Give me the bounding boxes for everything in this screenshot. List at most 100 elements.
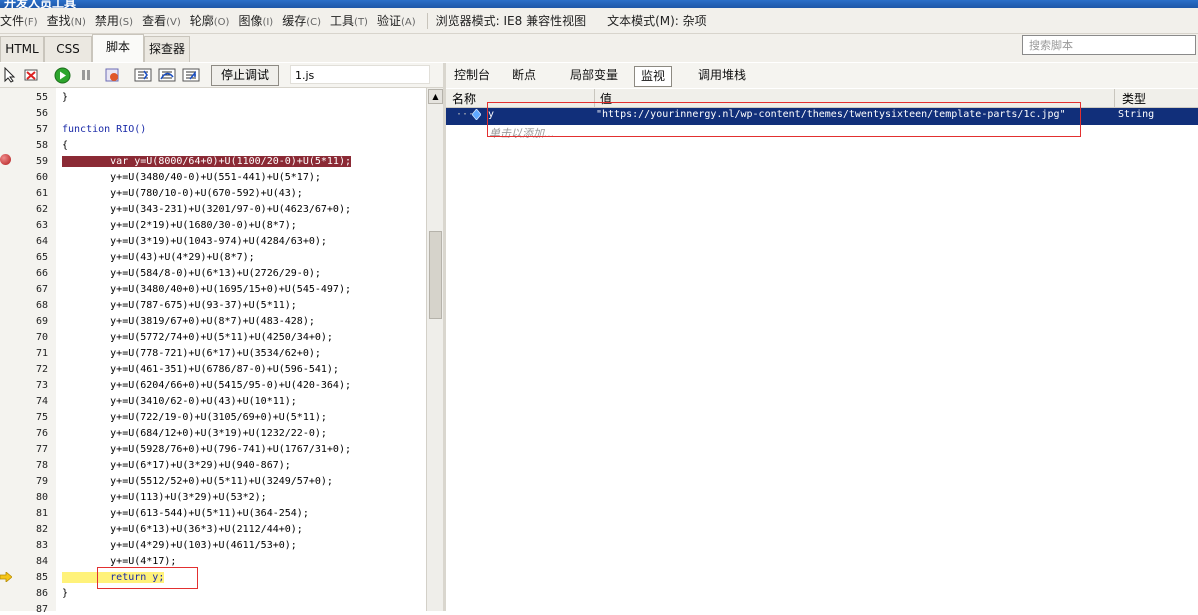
code-line[interactable]: function RIO() bbox=[62, 124, 146, 135]
code-line[interactable]: y+=U(5512/52+0)+U(5*11)+U(3249/57+0); bbox=[62, 476, 333, 487]
continue-icon[interactable] bbox=[53, 66, 71, 84]
code-line[interactable]: y+=U(5772/74+0)+U(5*11)+U(4250/34+0); bbox=[62, 332, 333, 343]
tab-breakpoints[interactable]: 断点 bbox=[506, 66, 542, 85]
tab-html[interactable]: HTML bbox=[0, 36, 44, 62]
code-line[interactable]: y+=U(4*17); bbox=[62, 556, 176, 567]
line-number[interactable]: 62 bbox=[18, 204, 48, 215]
select-cursor-icon[interactable] bbox=[1, 66, 19, 84]
pane-splitter[interactable] bbox=[443, 63, 446, 611]
stop-debugging-button[interactable]: 停止调试 bbox=[211, 65, 279, 86]
line-number[interactable]: 60 bbox=[18, 172, 48, 183]
line-number[interactable]: 78 bbox=[18, 460, 48, 471]
scroll-up-icon[interactable]: ▲ bbox=[428, 89, 443, 104]
code-line[interactable]: { bbox=[62, 140, 68, 151]
line-number[interactable]: 67 bbox=[18, 284, 48, 295]
line-number[interactable]: 74 bbox=[18, 396, 48, 407]
code-line[interactable]: y+=U(113)+U(3*29)+U(53*2); bbox=[62, 492, 267, 503]
code-line[interactable]: y+=U(3480/40-0)+U(551-441)+U(5*17); bbox=[62, 172, 321, 183]
line-number[interactable]: 75 bbox=[18, 412, 48, 423]
line-number[interactable]: 69 bbox=[18, 316, 48, 327]
line-number[interactable]: 70 bbox=[18, 332, 48, 343]
line-number[interactable]: 58 bbox=[18, 140, 48, 151]
code-line[interactable]: y+=U(780/10-0)+U(670-592)+U(43); bbox=[62, 188, 303, 199]
code-line[interactable]: y+=U(461-351)+U(6786/87-0)+U(596-541); bbox=[62, 364, 339, 375]
line-number[interactable]: 61 bbox=[18, 188, 48, 199]
code-line[interactable]: y+=U(787-675)+U(93-37)+U(5*11); bbox=[62, 300, 297, 311]
code-line[interactable]: y+=U(6*17)+U(3*29)+U(940-867); bbox=[62, 460, 291, 471]
code-scrollbar[interactable]: ▲ bbox=[426, 88, 443, 611]
line-number[interactable]: 84 bbox=[18, 556, 48, 567]
code-line[interactable]: y+=U(3*19)+U(1043-974)+U(4284/63+0); bbox=[62, 236, 327, 247]
code-line[interactable]: y+=U(5928/76+0)+U(796-741)+U(1767/31+0); bbox=[62, 444, 351, 455]
browser-mode-menu[interactable]: 浏览器模式: IE8 兼容性视图 bbox=[436, 12, 591, 29]
code-line[interactable]: y+=U(613-544)+U(5*11)+U(364-254); bbox=[62, 508, 309, 519]
tab-watch[interactable]: 监视 bbox=[634, 66, 673, 87]
code-line[interactable]: y+=U(3480/40+0)+U(1695/15+0)+U(545-497); bbox=[62, 284, 351, 295]
code-line[interactable]: var y=U(8000/64+0)+U(1100/20-0)+U(5*11); bbox=[62, 156, 351, 167]
line-number[interactable]: 80 bbox=[18, 492, 48, 503]
line-number[interactable]: 57 bbox=[18, 124, 48, 135]
line-number[interactable]: 55 bbox=[18, 92, 48, 103]
column-type[interactable]: 类型 bbox=[1122, 90, 1146, 107]
step-into-icon[interactable] bbox=[134, 66, 152, 84]
break-on-error-icon[interactable] bbox=[103, 66, 121, 84]
step-out-icon[interactable] bbox=[182, 66, 200, 84]
code-line[interactable]: y+=U(684/12+0)+U(3*19)+U(1232/22-0); bbox=[62, 428, 327, 439]
line-number[interactable]: 68 bbox=[18, 300, 48, 311]
line-number[interactable]: 83 bbox=[18, 540, 48, 551]
step-over-icon[interactable] bbox=[158, 66, 176, 84]
clear-breakpoints-icon[interactable] bbox=[22, 66, 40, 84]
menu-validate[interactable]: 验证(A) bbox=[377, 12, 421, 29]
menu-disable[interactable]: 禁用(S) bbox=[95, 12, 138, 29]
line-number[interactable]: 56 bbox=[18, 108, 48, 119]
line-number[interactable]: 87 bbox=[18, 604, 48, 615]
code-line[interactable]: } bbox=[62, 588, 68, 599]
line-number[interactable]: 64 bbox=[18, 236, 48, 247]
line-number[interactable]: 65 bbox=[18, 252, 48, 263]
code-line[interactable]: y+=U(584/8-0)+U(6*13)+U(2726/29-0); bbox=[62, 268, 321, 279]
tab-css[interactable]: CSS bbox=[44, 36, 92, 62]
line-number[interactable]: 72 bbox=[18, 364, 48, 375]
code-line[interactable]: y+=U(6*13)+U(36*3)+U(2112/44+0); bbox=[62, 524, 303, 535]
line-number[interactable]: 73 bbox=[18, 380, 48, 391]
line-number[interactable]: 77 bbox=[18, 444, 48, 455]
menu-outline[interactable]: 轮廓(O) bbox=[190, 12, 235, 29]
tab-locals[interactable]: 局部变量 bbox=[564, 66, 624, 85]
code-line[interactable]: y+=U(4*29)+U(103)+U(4611/53+0); bbox=[62, 540, 297, 551]
code-line[interactable]: y+=U(722/19-0)+U(3105/69+0)+U(5*11); bbox=[62, 412, 327, 423]
menu-find[interactable]: 查找(N) bbox=[47, 12, 91, 29]
column-divider[interactable] bbox=[1114, 89, 1115, 107]
line-number[interactable]: 63 bbox=[18, 220, 48, 231]
line-number[interactable]: 82 bbox=[18, 524, 48, 535]
menu-file[interactable]: 文件(F) bbox=[0, 12, 43, 29]
menu-view[interactable]: 查看(V) bbox=[142, 12, 186, 29]
column-name[interactable]: 名称 bbox=[452, 90, 476, 107]
line-number[interactable]: 59 bbox=[18, 156, 48, 167]
line-number[interactable]: 86 bbox=[18, 588, 48, 599]
code-line[interactable]: y+=U(3410/62-0)+U(43)+U(10*11); bbox=[62, 396, 297, 407]
line-number[interactable]: 79 bbox=[18, 476, 48, 487]
line-number[interactable]: 81 bbox=[18, 508, 48, 519]
pause-icon[interactable] bbox=[77, 66, 95, 84]
tab-console[interactable]: 控制台 bbox=[448, 66, 496, 85]
menu-images[interactable]: 图像(I) bbox=[238, 12, 278, 29]
line-number[interactable]: 66 bbox=[18, 268, 48, 279]
line-number[interactable]: 85 bbox=[18, 572, 48, 583]
code-line[interactable]: y+=U(3819/67+0)+U(8*7)+U(483-428); bbox=[62, 316, 315, 327]
line-number[interactable]: 71 bbox=[18, 348, 48, 359]
tab-script[interactable]: 脚本 bbox=[92, 34, 144, 62]
menu-tools[interactable]: 工具(T) bbox=[330, 12, 373, 29]
script-file-selector[interactable]: 1.js bbox=[290, 65, 430, 84]
breakpoint-icon[interactable] bbox=[0, 154, 11, 165]
document-mode-menu[interactable]: 文本模式(M): 杂项 bbox=[607, 12, 712, 29]
code-line[interactable]: y+=U(343-231)+U(3201/97-0)+U(4623/67+0); bbox=[62, 204, 351, 215]
scroll-thumb[interactable] bbox=[429, 231, 442, 319]
code-line[interactable]: } bbox=[62, 92, 68, 103]
code-editor[interactable]: } function RIO() { var y=U(8000/64+0)+U(11… bbox=[56, 88, 426, 611]
code-line[interactable]: y+=U(43)+U(4*29)+U(8*7); bbox=[62, 252, 255, 263]
code-line[interactable]: y+=U(778-721)+U(6*17)+U(3534/62+0); bbox=[62, 348, 321, 359]
tab-call-stack[interactable]: 调用堆栈 bbox=[692, 66, 752, 85]
code-line[interactable]: y+=U(6204/66+0)+U(5415/95-0)+U(420-364); bbox=[62, 380, 351, 391]
search-script-input[interactable]: 搜索脚本 bbox=[1022, 35, 1196, 55]
code-line[interactable]: y+=U(2*19)+U(1680/30-0)+U(8*7); bbox=[62, 220, 297, 231]
